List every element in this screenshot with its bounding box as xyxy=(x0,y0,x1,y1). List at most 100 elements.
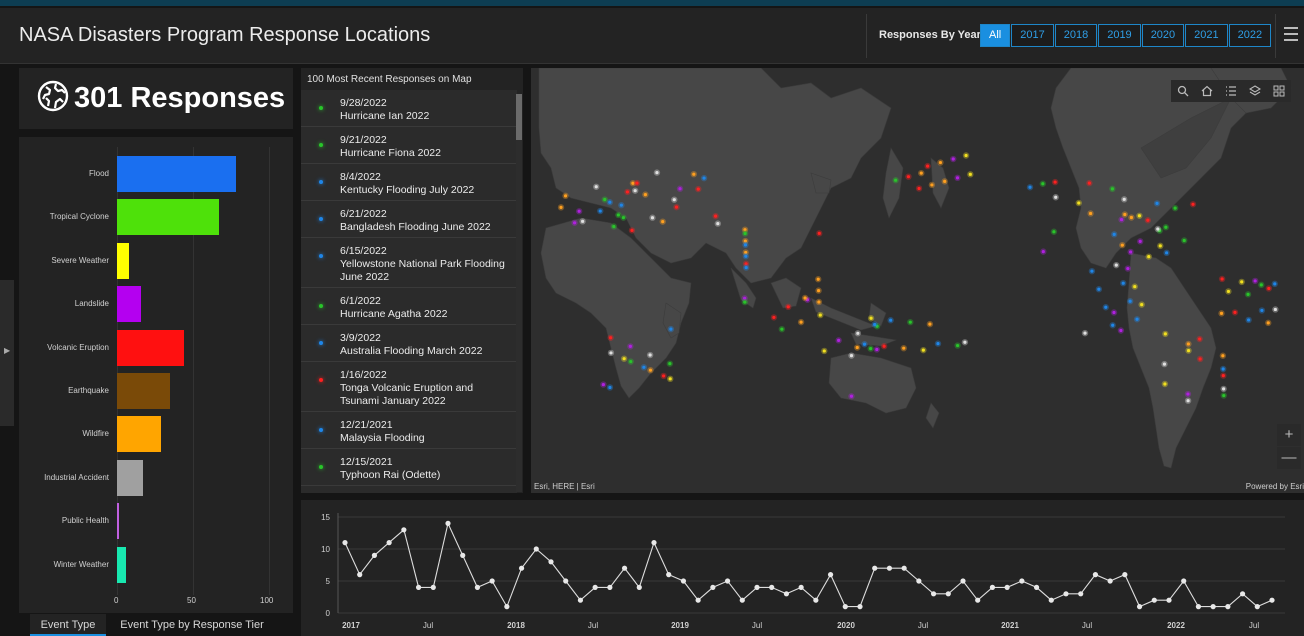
year-button-all[interactable]: All xyxy=(980,24,1011,47)
map-marker[interactable] xyxy=(1083,331,1087,335)
map-marker[interactable] xyxy=(1233,310,1237,314)
map-marker[interactable] xyxy=(621,216,626,220)
map-marker[interactable] xyxy=(1111,323,1115,327)
timeline-point[interactable] xyxy=(504,604,510,610)
timeline-point[interactable] xyxy=(945,591,951,597)
map-marker[interactable] xyxy=(609,336,613,340)
map-marker[interactable] xyxy=(816,288,821,293)
map-marker[interactable] xyxy=(608,385,612,390)
timeline-point[interactable] xyxy=(548,559,554,565)
home-icon[interactable] xyxy=(1195,80,1219,102)
map-marker[interactable] xyxy=(696,187,700,191)
timeline-point[interactable] xyxy=(1033,584,1040,590)
bar-wildfire[interactable] xyxy=(117,416,162,453)
timeline-point[interactable] xyxy=(842,604,848,610)
timeline-point[interactable] xyxy=(607,584,613,590)
map-marker[interactable] xyxy=(1186,342,1190,346)
map-marker[interactable] xyxy=(1112,232,1116,236)
map-marker[interactable] xyxy=(559,205,563,209)
map-marker[interactable] xyxy=(928,322,932,326)
timeline-point[interactable] xyxy=(960,578,966,584)
map-marker[interactable] xyxy=(837,338,841,342)
map-marker[interactable] xyxy=(713,214,718,218)
map-marker[interactable] xyxy=(1191,202,1195,206)
map-marker[interactable] xyxy=(882,344,886,348)
timeline-point[interactable] xyxy=(1063,591,1069,597)
timeline-point[interactable] xyxy=(916,578,922,584)
list-icon[interactable] xyxy=(1219,80,1243,102)
timeline-point[interactable] xyxy=(1181,578,1187,584)
zoom-out-button[interactable]: — xyxy=(1277,447,1301,469)
timeline-point[interactable] xyxy=(813,597,819,603)
timeline-point[interactable] xyxy=(430,584,436,590)
map-marker[interactable] xyxy=(1259,283,1263,287)
timeline-point[interactable] xyxy=(769,584,775,590)
timeline-point[interactable] xyxy=(1151,597,1157,603)
map-marker[interactable] xyxy=(938,160,943,165)
timeline-point[interactable] xyxy=(1195,604,1202,610)
map-marker[interactable] xyxy=(1133,284,1137,289)
timeline-point[interactable] xyxy=(651,540,657,546)
map-marker[interactable] xyxy=(908,320,912,324)
map-marker[interactable] xyxy=(803,296,807,300)
list-item[interactable]: 12/13/2021December 10-11, 2021 Tornado O… xyxy=(301,486,517,493)
map-marker[interactable] xyxy=(635,181,639,185)
timeline-point[interactable] xyxy=(342,540,348,546)
map-marker[interactable] xyxy=(889,318,893,322)
timeline-point[interactable] xyxy=(1239,591,1246,597)
map-marker[interactable] xyxy=(1182,238,1186,243)
list-item[interactable]: 9/21/2022 Hurricane Fiona 2022 xyxy=(301,127,517,164)
map-marker[interactable] xyxy=(1054,195,1058,199)
map-marker[interactable] xyxy=(1128,299,1132,303)
timeline-point[interactable] xyxy=(415,584,422,590)
map-marker[interactable] xyxy=(744,265,748,270)
map-marker[interactable] xyxy=(630,228,634,232)
timeline-point[interactable] xyxy=(489,578,495,584)
search-icon[interactable] xyxy=(1171,80,1195,102)
map-marker[interactable] xyxy=(1119,328,1123,333)
map-marker[interactable] xyxy=(616,213,620,217)
bar-landslide[interactable] xyxy=(117,286,142,323)
map-marker[interactable] xyxy=(743,243,748,247)
timeline-point[interactable] xyxy=(533,546,539,552)
map-marker[interactable] xyxy=(692,172,696,176)
timeline-point[interactable] xyxy=(1078,591,1084,597)
map-marker[interactable] xyxy=(1088,211,1093,216)
timeline-point[interactable] xyxy=(1166,597,1172,603)
map-marker[interactable] xyxy=(1246,292,1250,296)
list-item[interactable]: 9/28/2022 Hurricane Ian 2022 xyxy=(301,90,517,127)
map-marker[interactable] xyxy=(672,198,676,202)
map-marker[interactable] xyxy=(1240,280,1244,284)
timeline-point[interactable] xyxy=(518,565,525,571)
timeline-point[interactable] xyxy=(1254,604,1260,610)
map-marker[interactable] xyxy=(869,346,873,351)
map-marker[interactable] xyxy=(968,172,972,176)
map-marker[interactable] xyxy=(648,353,652,357)
map-marker[interactable] xyxy=(1163,382,1167,386)
timeline-point[interactable] xyxy=(724,578,731,584)
map-marker[interactable] xyxy=(786,305,790,309)
map-marker[interactable] xyxy=(1087,181,1091,185)
map-marker[interactable] xyxy=(822,349,826,353)
map-marker[interactable] xyxy=(799,320,803,324)
map-marker[interactable] xyxy=(608,200,612,204)
map-marker[interactable] xyxy=(581,219,585,223)
map-marker[interactable] xyxy=(1158,244,1162,248)
world-map[interactable] xyxy=(531,68,1304,493)
map-marker[interactable] xyxy=(633,189,637,193)
map-marker[interactable] xyxy=(1164,225,1168,229)
map-marker[interactable] xyxy=(780,327,784,331)
tab-event-type[interactable]: Event Type xyxy=(30,614,106,636)
timeline-point[interactable] xyxy=(445,520,451,526)
map-marker[interactable] xyxy=(668,362,672,366)
list-item[interactable]: 12/21/2021 Malaysia Flooding xyxy=(301,412,517,449)
map-marker[interactable] xyxy=(955,343,960,348)
map-marker[interactable] xyxy=(849,394,854,398)
timeline-point[interactable] xyxy=(636,584,642,590)
map-marker[interactable] xyxy=(1222,393,1226,398)
map-marker[interactable] xyxy=(894,178,898,182)
map-marker[interactable] xyxy=(1198,357,1202,361)
timeline-point[interactable] xyxy=(460,552,466,558)
map-marker[interactable] xyxy=(1273,282,1277,286)
map-marker[interactable] xyxy=(643,192,647,197)
